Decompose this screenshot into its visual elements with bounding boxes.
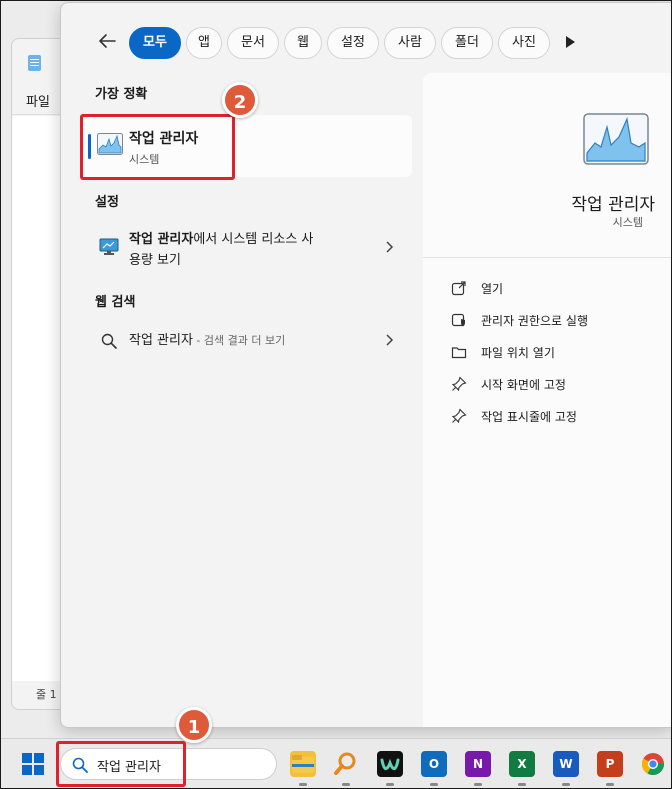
task-manager-icon [97,133,123,155]
app-running-indicator [518,783,526,786]
selection-indicator [88,134,91,159]
action-run-as-admin-label: 관리자 권한으로 실행 [481,314,588,328]
action-pin-to-taskbar-label: 작업 표시줄에 고정 [481,410,577,424]
app-running-indicator [474,783,482,786]
action-pin-to-start-label: 시작 화면에 고정 [481,378,566,392]
detail-pane: 작업 관리자 시스템 열기 관리자 권한으로 실행 파일 위치 열기 시작 화면… [423,73,671,727]
action-open-label: 열기 [481,282,504,296]
webex-icon[interactable] [377,751,403,777]
taskbar: 작업 관리자 O N X W P [0,738,672,789]
chevron-right-icon [384,240,394,258]
tab-apps[interactable]: 앱 [186,27,222,59]
shield-admin-icon [451,313,465,327]
notepad-status: 줄 1 [36,688,57,701]
action-open-file-location-label: 파일 위치 열기 [481,346,555,360]
powerpoint-icon[interactable]: P [597,751,623,777]
web-search-result[interactable]: 작업 관리자 - 검색 결과 더 보기 [81,329,412,355]
tab-photos[interactable]: 사진 [498,27,550,59]
settings-heading: 설정 [95,195,119,210]
notepad-icon [28,55,41,71]
taskbar-search-box[interactable]: 작업 관리자 [60,748,277,780]
outlook-icon[interactable]: O [421,751,447,777]
open-external-icon [451,281,466,296]
filter-bar: 모두 앱 문서 웹 설정 사람 폴더 사진 [61,3,671,67]
app-running-indicator [342,783,350,786]
chevron-right-icon [384,333,394,351]
search-icon [101,333,117,349]
action-pin-to-taskbar[interactable]: 작업 표시줄에 고정 [451,406,651,428]
detail-subtitle: 시스템 [612,216,643,229]
folder-icon [451,347,467,359]
menu-file[interactable]: 파일 [26,95,50,110]
file-explorer-icon[interactable] [290,751,316,777]
monitor-settings-icon [99,238,119,255]
back-arrow-icon[interactable] [95,29,119,53]
taskbar-search-text: 작업 관리자 [97,760,161,775]
app-running-indicator [386,783,394,786]
app-running-indicator [430,783,438,786]
tab-folders[interactable]: 폴더 [441,27,493,59]
start-search-panel: 모두 앱 문서 웹 설정 사람 폴더 사진 가장 정확 작업 관리자 시스템 설… [60,2,672,728]
settings-result-bold: 작업 관리자 [129,232,194,247]
step-badge-1: 1 [176,707,212,743]
excel-icon[interactable]: X [509,751,535,777]
app-running-indicator [299,783,307,786]
settings-result[interactable]: 작업 관리자에서 시스템 리소스 사 용량 보기 [81,228,412,276]
best-match-title: 작업 관리자 [129,131,199,147]
word-icon[interactable]: W [553,751,579,777]
pin-icon [451,408,467,424]
web-search-suffix: - 검색 결과 더 보기 [192,334,286,347]
action-open[interactable]: 열기 [451,278,651,300]
windows-start-icon[interactable] [22,753,44,775]
tab-people[interactable]: 사람 [384,27,436,59]
best-match-heading: 가장 정확 [95,87,148,102]
detail-title: 작업 관리자 [571,195,655,215]
onenote-icon[interactable]: N [465,751,491,777]
tab-documents[interactable]: 문서 [227,27,279,59]
app-running-indicator [606,783,614,786]
action-open-file-location[interactable]: 파일 위치 열기 [451,342,651,364]
settings-result-line2: 용량 보기 [129,253,181,268]
web-search-heading: 웹 검색 [95,295,136,310]
tab-settings[interactable]: 설정 [327,27,379,59]
tab-all[interactable]: 모두 [129,27,181,59]
tab-web[interactable]: 웹 [284,27,322,59]
search-magnifier-app-icon[interactable] [333,751,359,777]
best-match-result[interactable]: 작업 관리자 시스템 [81,115,412,177]
more-tabs-arrow-icon[interactable] [566,36,575,48]
search-icon [72,757,88,773]
app-running-indicator [562,783,570,786]
chrome-icon[interactable] [640,751,666,777]
settings-result-rest: 에서 시스템 리소스 사 [193,232,314,247]
action-run-as-admin[interactable]: 관리자 권한으로 실행 [451,310,651,332]
web-search-query: 작업 관리자 [129,333,193,348]
action-pin-to-start[interactable]: 시작 화면에 고정 [451,374,651,396]
pin-icon [451,376,467,392]
best-match-subtitle: 시스템 [129,153,160,166]
detail-divider [423,257,671,258]
step-badge-2: 2 [222,82,258,118]
task-manager-large-icon [583,113,649,165]
